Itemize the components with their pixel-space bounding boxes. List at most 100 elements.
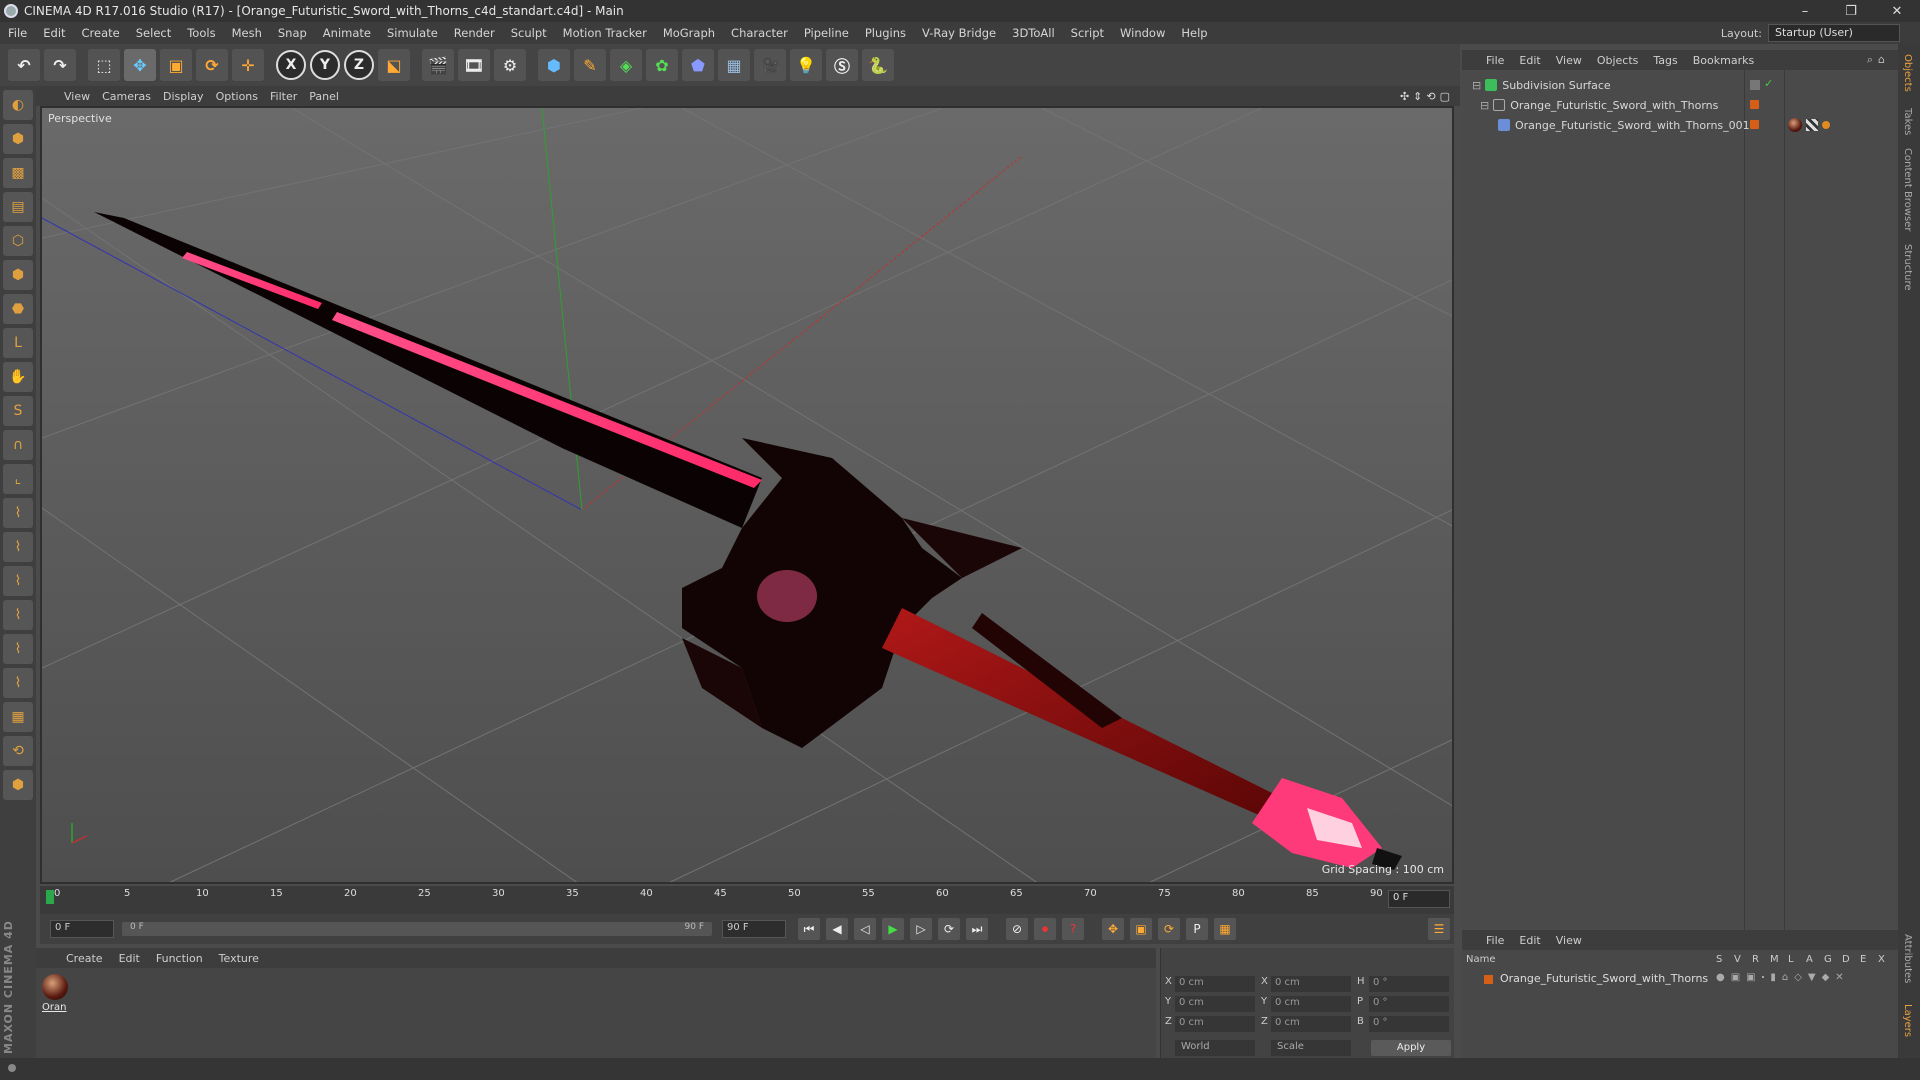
menu-animate[interactable]: Animate <box>315 26 379 40</box>
smooth-brush-icon[interactable]: ⌇ <box>3 566 33 596</box>
undo-icon[interactable]: ↶ <box>8 49 40 81</box>
render-picture-viewer-icon[interactable]: 🎞 <box>458 49 490 81</box>
viewport-menu-view[interactable]: View <box>64 90 102 103</box>
layer-menu-file[interactable]: File <box>1486 934 1519 947</box>
edit-render-settings-icon[interactable]: ⚙ <box>494 49 526 81</box>
magnet-icon[interactable]: ∩ <box>3 430 33 460</box>
x-axis-lock-button[interactable]: X <box>276 50 306 80</box>
auto-key-icon[interactable]: ? <box>1062 918 1084 940</box>
floor-icon[interactable]: ▦ <box>718 49 750 81</box>
close-button[interactable]: ✕ <box>1874 4 1920 19</box>
material-menu-create[interactable]: Create <box>66 952 119 965</box>
previous-keyframe-icon[interactable]: ◀ <box>826 918 848 940</box>
axis-mode-icon[interactable]: L <box>3 328 33 358</box>
tab-attributes[interactable]: Attributes <box>1902 934 1913 983</box>
uvw-tag-icon[interactable] <box>1806 119 1818 131</box>
sketch-toon-icon[interactable]: Ⓢ <box>826 49 858 81</box>
grid-snap-icon[interactable]: ▦ <box>3 702 33 732</box>
layer-color-swatch[interactable] <box>1484 975 1493 984</box>
layer-color-tag[interactable] <box>1750 120 1759 129</box>
rotation-b-field[interactable]: 0 ° <box>1369 1016 1449 1032</box>
viewport-menu-display[interactable]: Display <box>163 90 216 103</box>
move-icon[interactable]: ✥ <box>124 49 156 81</box>
menu-character[interactable]: Character <box>723 26 796 40</box>
subdivision-surface-icon[interactable]: ◈ <box>610 49 642 81</box>
start-frame-field[interactable]: 0 F <box>50 920 114 938</box>
material-menu-edit[interactable]: Edit <box>119 952 156 965</box>
menu-mograph[interactable]: MoGraph <box>655 26 723 40</box>
menu-3dtoall[interactable]: 3DToAll <box>1004 26 1063 40</box>
current-frame-field[interactable]: 0 F <box>1388 890 1450 908</box>
menu-vray-bridge[interactable]: V-Ray Bridge <box>914 26 1004 40</box>
menu-create[interactable]: Create <box>74 26 128 40</box>
previous-frame-icon[interactable]: ◁ <box>854 918 876 940</box>
go-to-end-icon[interactable]: ⏭ <box>966 918 988 940</box>
position-z-field[interactable]: 0 cm <box>1175 1016 1255 1032</box>
end-frame-field[interactable]: 90 F <box>722 920 786 938</box>
play-icon[interactable]: ▶ <box>882 918 904 940</box>
tab-objects[interactable]: Objects <box>1902 54 1913 92</box>
material-menu-texture[interactable]: Texture <box>219 952 275 965</box>
object-menu-edit[interactable]: Edit <box>1519 54 1555 67</box>
menu-window[interactable]: Window <box>1112 26 1173 40</box>
object-menu-file[interactable]: File <box>1486 54 1519 67</box>
size-x-field[interactable]: 0 cm <box>1271 976 1351 992</box>
timeline-window-icon[interactable]: ☰ <box>1428 918 1450 940</box>
object-menu-tags[interactable]: Tags <box>1653 54 1692 67</box>
menu-mesh[interactable]: Mesh <box>224 26 270 40</box>
menu-plugins[interactable]: Plugins <box>857 26 914 40</box>
tab-content-browser[interactable]: Content Browser <box>1902 148 1913 231</box>
edges-mode-icon[interactable]: ⬢ <box>3 260 33 290</box>
flatten-brush-icon[interactable]: ⌇ <box>3 668 33 698</box>
viewport-menu-options[interactable]: Options <box>216 90 270 103</box>
menu-snap[interactable]: Snap <box>270 26 315 40</box>
points-mode-icon[interactable]: ⬡ <box>3 226 33 256</box>
material-name[interactable]: Oran <box>42 1002 66 1013</box>
menu-help[interactable]: Help <box>1173 26 1215 40</box>
layer-toggle-icons[interactable]: ●▣▣⬝▮⌂◇▼◆✕ <box>1716 972 1850 983</box>
menu-simulate[interactable]: Simulate <box>379 26 446 40</box>
collapse-icon[interactable]: ⊟ <box>1480 99 1489 112</box>
python-icon[interactable]: 🐍 <box>862 49 894 81</box>
loop-icon[interactable]: ⟳ <box>938 918 960 940</box>
transform-icon[interactable]: ✛ <box>232 49 264 81</box>
position-y-field[interactable]: 0 cm <box>1175 996 1255 1012</box>
deformer-icon[interactable]: ⬟ <box>682 49 714 81</box>
rotation-p-field[interactable]: 0 ° <box>1369 996 1449 1012</box>
key-pla-icon[interactable]: ▦ <box>1214 918 1236 940</box>
tab-structure[interactable]: Structure <box>1902 244 1913 291</box>
camera-icon[interactable]: 🎥 <box>754 49 786 81</box>
axis-lock-icon[interactable]: ⌞ <box>3 464 33 494</box>
z-axis-lock-button[interactable]: Z <box>344 50 374 80</box>
key-parameter-icon[interactable]: P <box>1186 918 1208 940</box>
layout-dropdown[interactable]: Startup (User) <box>1768 24 1900 42</box>
viewport-menu-cameras[interactable]: Cameras <box>102 90 163 103</box>
cube-object-icon[interactable]: ⬢ <box>538 49 570 81</box>
enabled-check-icon[interactable]: ✓ <box>1764 77 1773 90</box>
layer-menu-edit[interactable]: Edit <box>1519 934 1555 947</box>
inflate-brush-icon[interactable]: ⌇ <box>3 634 33 664</box>
tweak-mode-icon[interactable]: ✋ <box>3 362 33 392</box>
polygons-mode-icon[interactable]: ⬣ <box>3 294 33 324</box>
perspective-viewport[interactable]: Perspective Grid Spacing : 100 cm <box>40 106 1454 884</box>
object-row-subdivision[interactable]: ⊟ Subdivision Surface ✓ <box>1462 76 1898 94</box>
y-axis-lock-button[interactable]: Y <box>310 50 340 80</box>
model-mode-icon[interactable]: ⬢ <box>3 124 33 154</box>
key-rotation-icon[interactable]: ⟳ <box>1158 918 1180 940</box>
key-scale-icon[interactable]: ▣ <box>1130 918 1152 940</box>
material-menu-function[interactable]: Function <box>156 952 219 965</box>
phong-tag-icon[interactable] <box>1822 121 1830 129</box>
coordinate-system-icon[interactable]: ⬕ <box>378 49 410 81</box>
coordinate-space-dropdown[interactable]: World <box>1175 1040 1255 1056</box>
apply-button[interactable]: Apply <box>1371 1040 1451 1056</box>
minimize-button[interactable]: – <box>1782 4 1828 19</box>
keyframe-selection-icon[interactable]: ⊘ <box>1006 918 1028 940</box>
menu-tools[interactable]: Tools <box>179 26 223 40</box>
go-to-start-icon[interactable]: ⏮ <box>798 918 820 940</box>
material-swatch[interactable] <box>42 974 68 1000</box>
timeline-ruler[interactable]: 0 5 10 15 20 25 30 35 40 45 50 55 60 65 … <box>40 886 1454 914</box>
layer-menu-view[interactable]: View <box>1556 934 1597 947</box>
scale-icon[interactable]: ▣ <box>160 49 192 81</box>
key-position-icon[interactable]: ✥ <box>1102 918 1124 940</box>
viewport-menu-filter[interactable]: Filter <box>270 90 309 103</box>
